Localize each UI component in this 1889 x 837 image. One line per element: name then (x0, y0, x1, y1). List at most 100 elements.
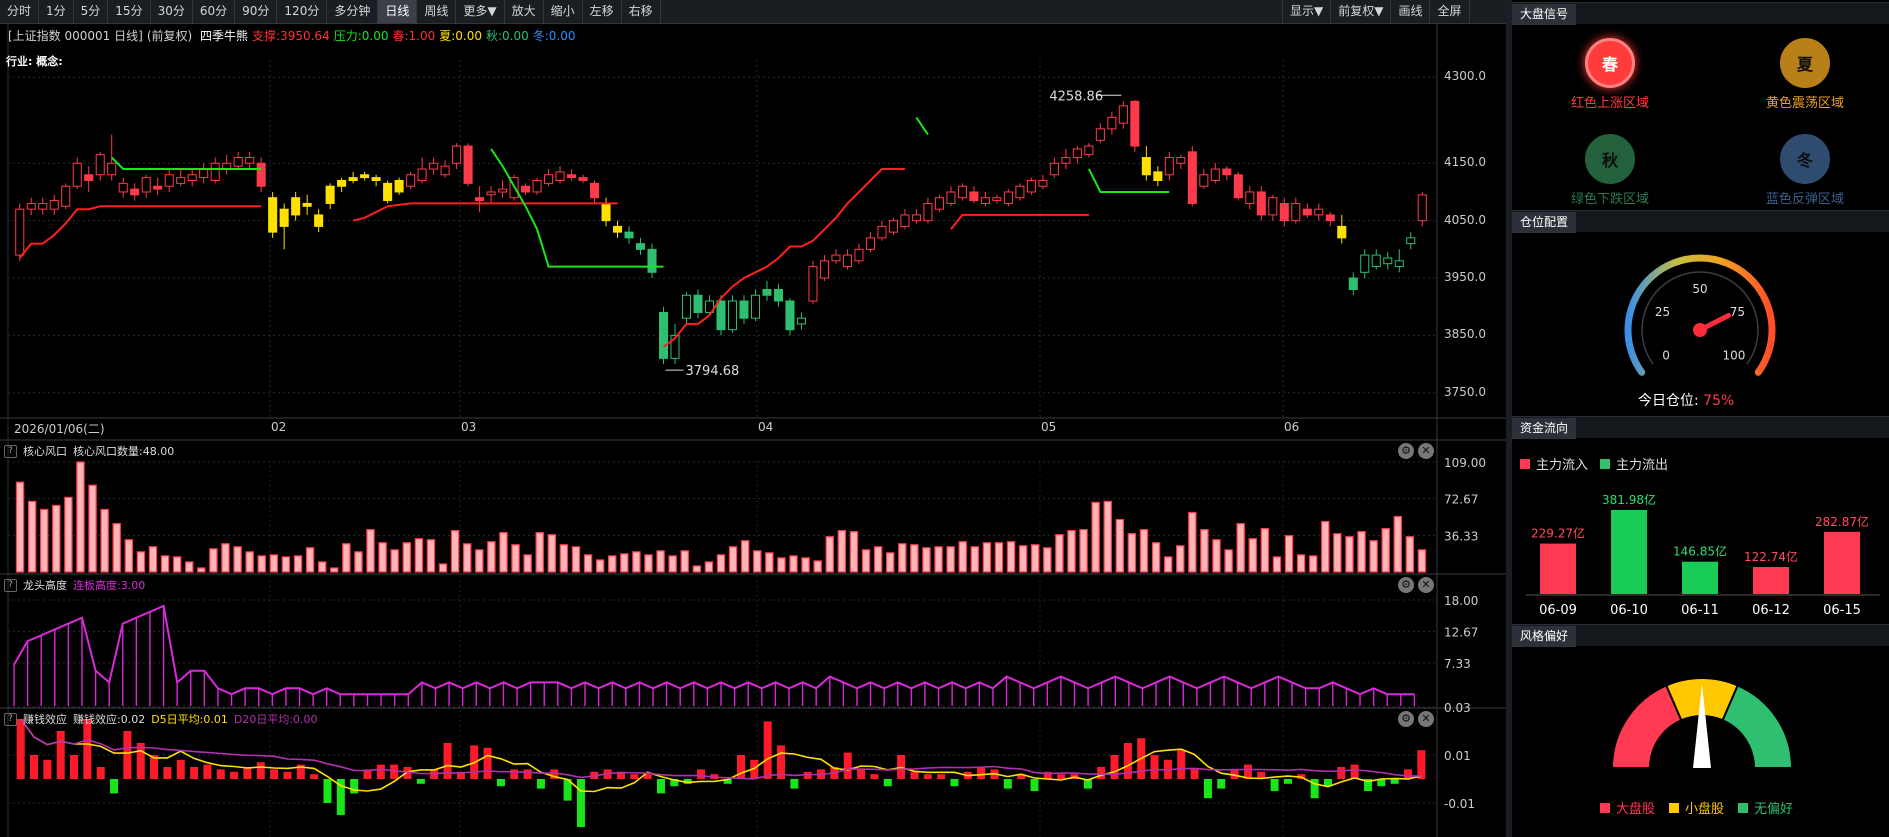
money-effect-bar (843, 752, 852, 779)
period-button[interactable]: 60分 (193, 0, 236, 23)
core-wind-bar (1260, 528, 1270, 573)
core-wind-bar (1357, 531, 1366, 573)
dragon-height-value: 连板高度:3.00 (73, 579, 146, 592)
help-icon[interactable]: ? (4, 444, 17, 458)
period-button[interactable]: 分时 (0, 0, 40, 23)
candle-body (1256, 191, 1266, 216)
core-wind-bar (330, 567, 339, 573)
flow-bar-value: 122.74亿 (1744, 549, 1798, 564)
period-button[interactable]: 放大 (505, 0, 544, 23)
candle-body (762, 289, 772, 296)
toolbar-right-button[interactable]: 全屏 (1430, 0, 1470, 23)
candle-body (1279, 202, 1289, 222)
money-effect-bar (1217, 779, 1226, 789)
period-button[interactable]: 90分 (235, 0, 278, 23)
candle-body (187, 174, 197, 181)
position-panel-title[interactable]: 仓位配置 (1512, 212, 1577, 233)
close-icon[interactable]: ✕ (1418, 711, 1434, 727)
indicator-name: 四季牛熊 (200, 29, 249, 43)
candle-body (969, 191, 979, 202)
candle-body (693, 294, 703, 313)
gear-icon[interactable]: ⚙ (1398, 443, 1414, 459)
candle-body (1314, 208, 1324, 216)
period-button[interactable]: 120分 (277, 0, 328, 23)
core-wind-bar (52, 504, 61, 573)
core-wind-bar (668, 555, 677, 573)
period-button[interactable]: 缩小 (544, 0, 583, 23)
summer-value: 夏:0.00 (439, 29, 482, 43)
candle-body (1107, 116, 1117, 130)
core-wind-bar (1091, 501, 1100, 573)
dragon-height-header: ? 龙头高度 连板高度:3.00 ⚙ ✕ (4, 577, 1434, 593)
candle-body (1383, 257, 1393, 265)
gear-icon[interactable]: ⚙ (1398, 577, 1414, 593)
period-button[interactable]: 1分 (39, 0, 74, 23)
dragon-tick-label: 7.33 (1444, 657, 1471, 671)
flow-bar (1682, 561, 1718, 594)
candle-body (1394, 260, 1404, 268)
candle-body (107, 162, 117, 176)
adjust-label: (前复权) (146, 29, 193, 43)
signal-badge-icon: 春 (1585, 38, 1635, 88)
money-effect-bar (43, 759, 52, 779)
core-wind-bar (88, 484, 97, 573)
candle-body (681, 294, 692, 319)
close-icon[interactable]: ✕ (1418, 577, 1434, 593)
period-button[interactable]: 15分 (108, 0, 151, 23)
candle-body (325, 185, 335, 204)
core-wind-bar (765, 552, 774, 573)
period-button[interactable]: 30分 (151, 0, 193, 23)
help-icon[interactable]: ? (4, 578, 17, 592)
core-wind-bar (100, 508, 109, 573)
core-wind-bar (366, 529, 375, 573)
style-panel-title[interactable]: 风格偏好 (1512, 626, 1577, 647)
money-effect-bar (1417, 750, 1426, 779)
toolbar-right-button[interactable]: 显示▼ (1282, 0, 1332, 23)
money-effect-bar (1337, 767, 1346, 779)
money-effect-bar (523, 769, 532, 779)
money-effect-bar (870, 774, 879, 779)
help-icon[interactable]: ? (4, 712, 17, 726)
core-wind-bar (837, 530, 847, 573)
flow-panel-title[interactable]: 资金流向 (1512, 418, 1577, 439)
candle-body (1302, 208, 1312, 216)
flow-bar-value: 282.87亿 (1815, 514, 1869, 529)
period-button[interactable]: 更多▼ (456, 0, 505, 23)
period-button[interactable]: 5分 (74, 0, 109, 23)
money-effect-bar (136, 743, 145, 779)
candle-body (1003, 191, 1013, 204)
core-wind-bar (934, 546, 943, 573)
candle-body (1360, 254, 1370, 273)
period-button[interactable]: 左移 (583, 0, 622, 23)
toolbar-right-button[interactable]: 前复权▼ (1331, 0, 1392, 23)
toolbar-right-button[interactable]: 画线 (1391, 0, 1431, 23)
flow-bar (1540, 543, 1576, 594)
gauge-tick-label: 100 (1723, 349, 1746, 363)
style-legend-swatch (1738, 802, 1749, 813)
candle-body (475, 197, 485, 202)
core-wind-bar (209, 548, 218, 573)
period-button[interactable]: 右移 (622, 0, 661, 23)
core-wind-bar (511, 544, 520, 573)
signal-badge-icon: 夏 (1780, 38, 1830, 88)
gauge-hub (1693, 323, 1707, 337)
close-icon[interactable]: ✕ (1418, 443, 1434, 459)
flow-bar-date: 06-09 (1539, 603, 1577, 618)
candle-body (486, 191, 496, 196)
money-effect-bar (1283, 779, 1292, 784)
core-wind-bar (1006, 541, 1016, 573)
money-effect-bar (656, 779, 665, 794)
core-wind-bar (716, 554, 726, 573)
period-button[interactable]: 周线 (417, 0, 457, 23)
money-effect-bar (1150, 755, 1159, 779)
core-wind-bars (15, 461, 1427, 573)
period-button[interactable]: 日线 (378, 0, 418, 23)
period-button[interactable]: 多分钟 (327, 0, 379, 23)
gear-icon[interactable]: ⚙ (1398, 711, 1414, 727)
trading-app: 4258.86 3794.68 109.00 72.67 36.33 18.00 12.67… (0, 0, 1889, 837)
chart-title-bar: [上证指数 000001 日线] (前复权) 四季牛熊 支撑:3950.64 压力:0… (8, 27, 580, 44)
signal-panel-title[interactable]: 大盘信号 (1512, 4, 1577, 25)
toolbar-right: 显示▼ 前复权▼ 画线 全屏 (1282, 0, 1470, 23)
candle-body (980, 197, 990, 204)
core-wind-bar (487, 541, 496, 573)
